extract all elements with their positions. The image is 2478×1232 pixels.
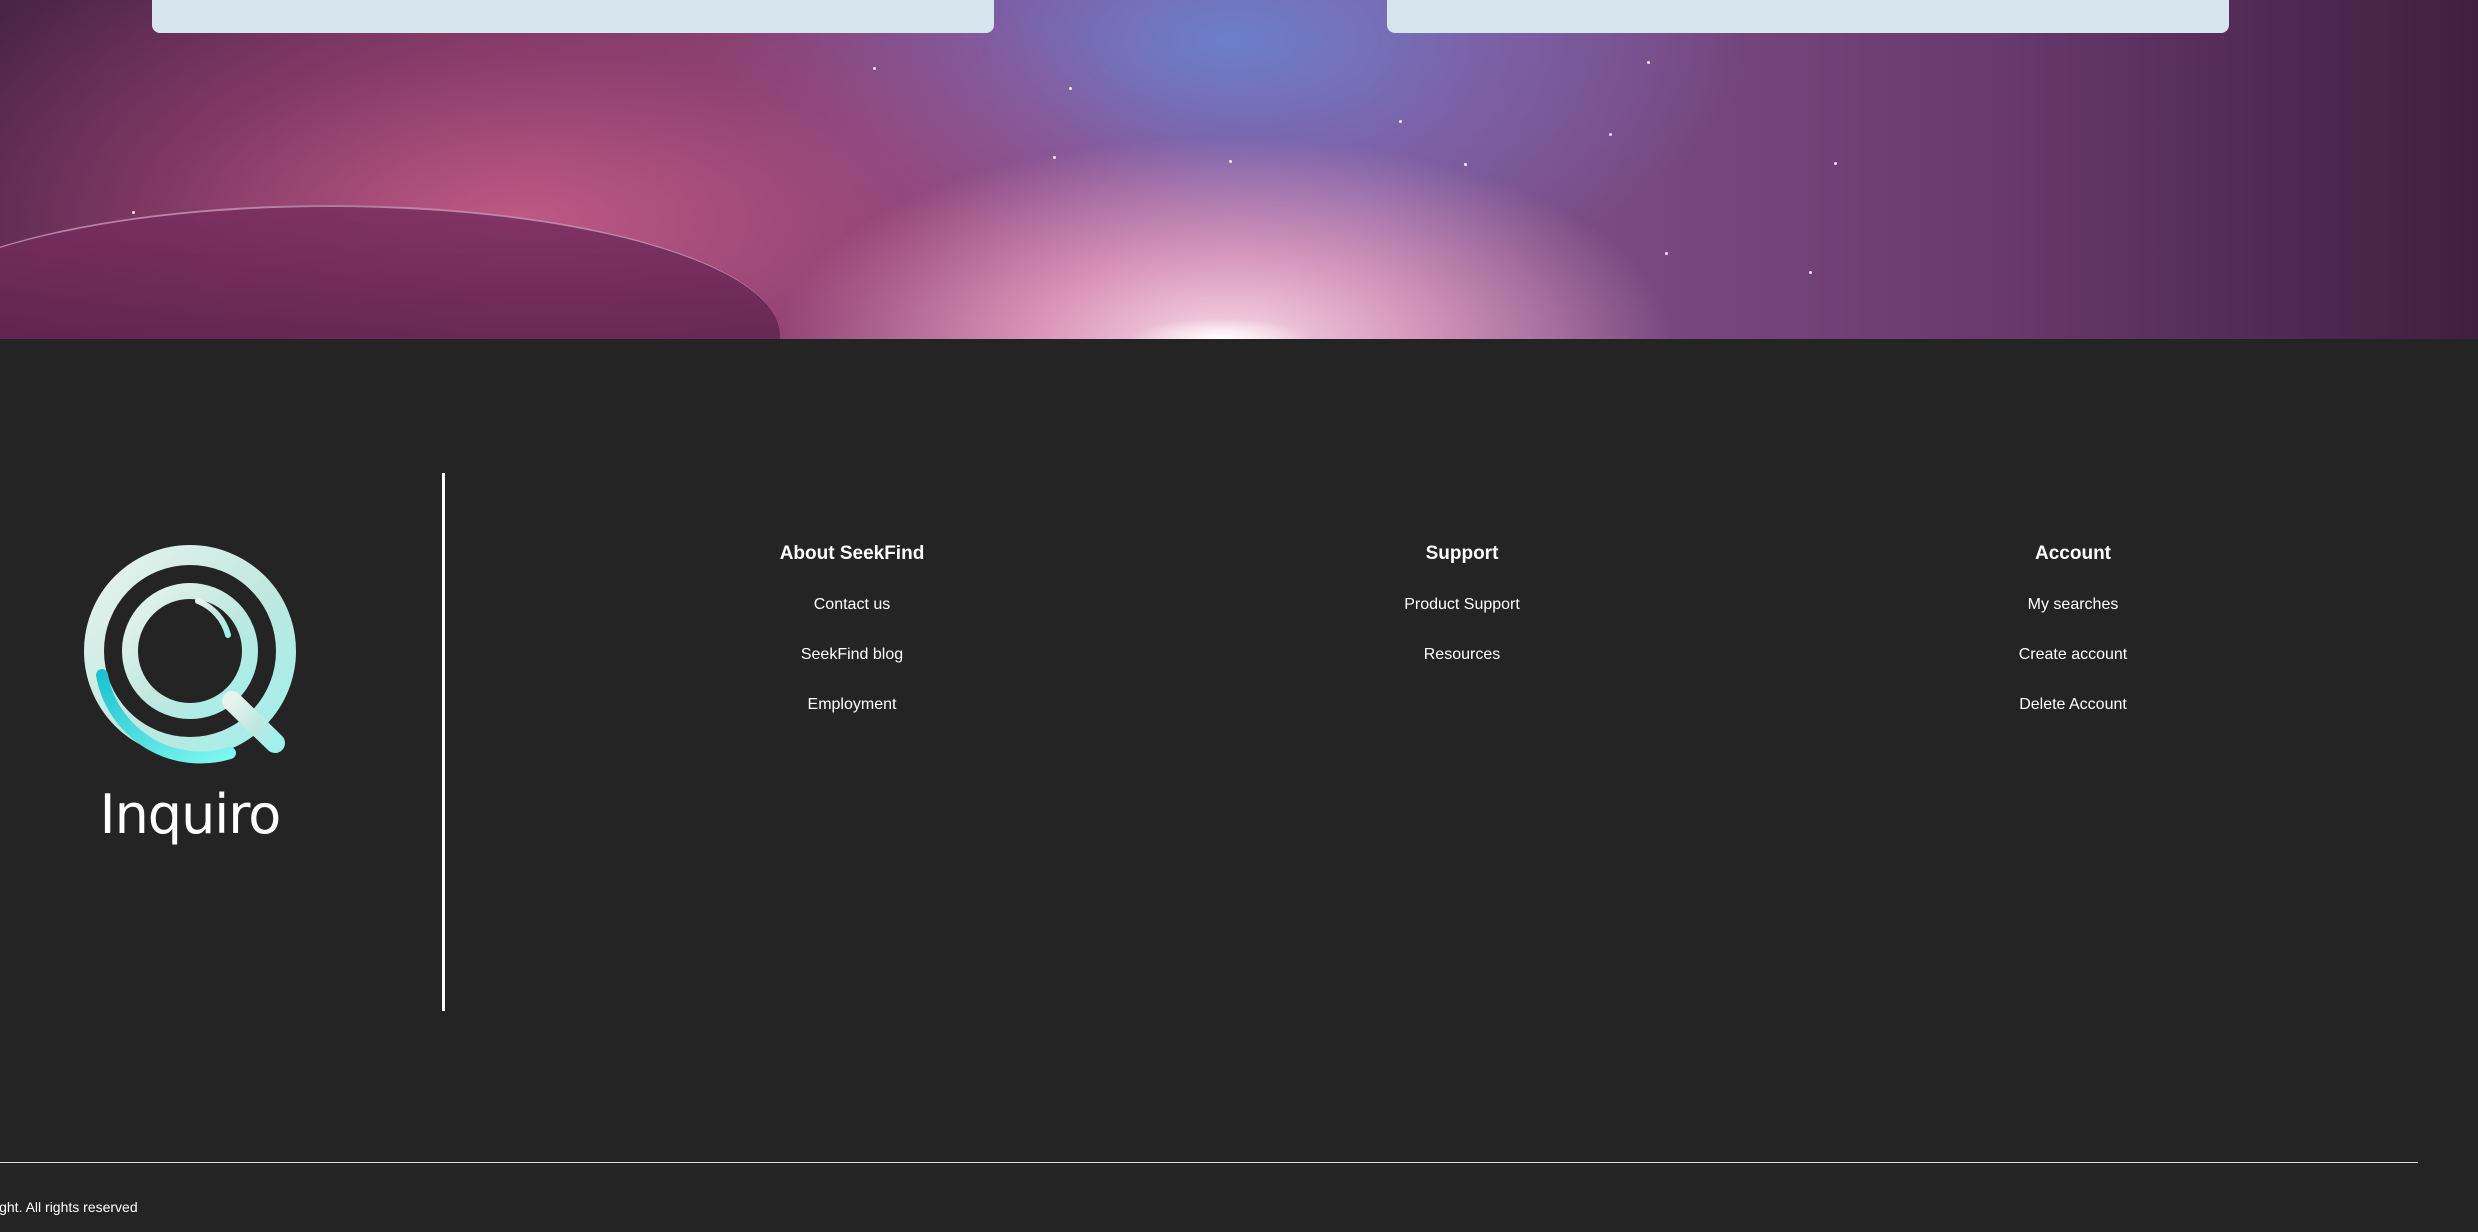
star <box>1229 160 1232 163</box>
footer-link-contact-us[interactable]: Contact us <box>814 589 890 639</box>
star <box>1809 271 1812 274</box>
footer-column-title: Support <box>1425 543 1499 564</box>
star <box>873 67 876 70</box>
star <box>1665 252 1668 255</box>
footer-brand[interactable]: Inquiro <box>80 543 300 846</box>
footer-link-resources[interactable]: Resources <box>1424 639 1500 689</box>
footer-link-employment[interactable]: Employment <box>808 689 897 739</box>
content-card-right <box>1387 0 2229 33</box>
footer-link-my-searches[interactable]: My searches <box>2028 589 2119 639</box>
footer-link-delete-account[interactable]: Delete Account <box>2019 689 2127 739</box>
magnifier-logo-icon <box>84 545 296 764</box>
hero-hill <box>0 205 780 339</box>
footer-column-title: Account <box>2035 543 2111 564</box>
star <box>1834 162 1837 165</box>
footer-link-create-account[interactable]: Create account <box>2019 639 2128 689</box>
star <box>1464 163 1467 166</box>
footer-vertical-divider <box>442 473 445 1011</box>
footer-horizontal-divider <box>0 1162 2418 1163</box>
hero-background <box>0 0 2478 339</box>
star <box>132 211 135 214</box>
footer-column-title: About SeekFind <box>779 543 925 564</box>
footer-link-blog[interactable]: SeekFind blog <box>801 639 903 689</box>
hero-glow <box>1130 318 1310 339</box>
footer-column-account: Account My searches Create account Delet… <box>1873 539 2273 739</box>
footer-column-about: About SeekFind Contact us SeekFind blog … <box>652 539 1052 739</box>
footer-link-product-support[interactable]: Product Support <box>1404 589 1520 639</box>
site-footer: Inquiro About SeekFind Contact us SeekFi… <box>0 339 2478 1232</box>
brand-name: Inquiro <box>99 783 282 846</box>
star <box>1647 61 1650 64</box>
copyright-text: ight. All rights reserved <box>0 1199 138 1215</box>
star <box>1399 120 1402 123</box>
content-card-left <box>152 0 994 33</box>
star <box>1609 133 1612 136</box>
star <box>1053 156 1056 159</box>
footer-column-support: Support Product Support Resources <box>1262 539 1662 689</box>
star <box>1069 87 1072 90</box>
